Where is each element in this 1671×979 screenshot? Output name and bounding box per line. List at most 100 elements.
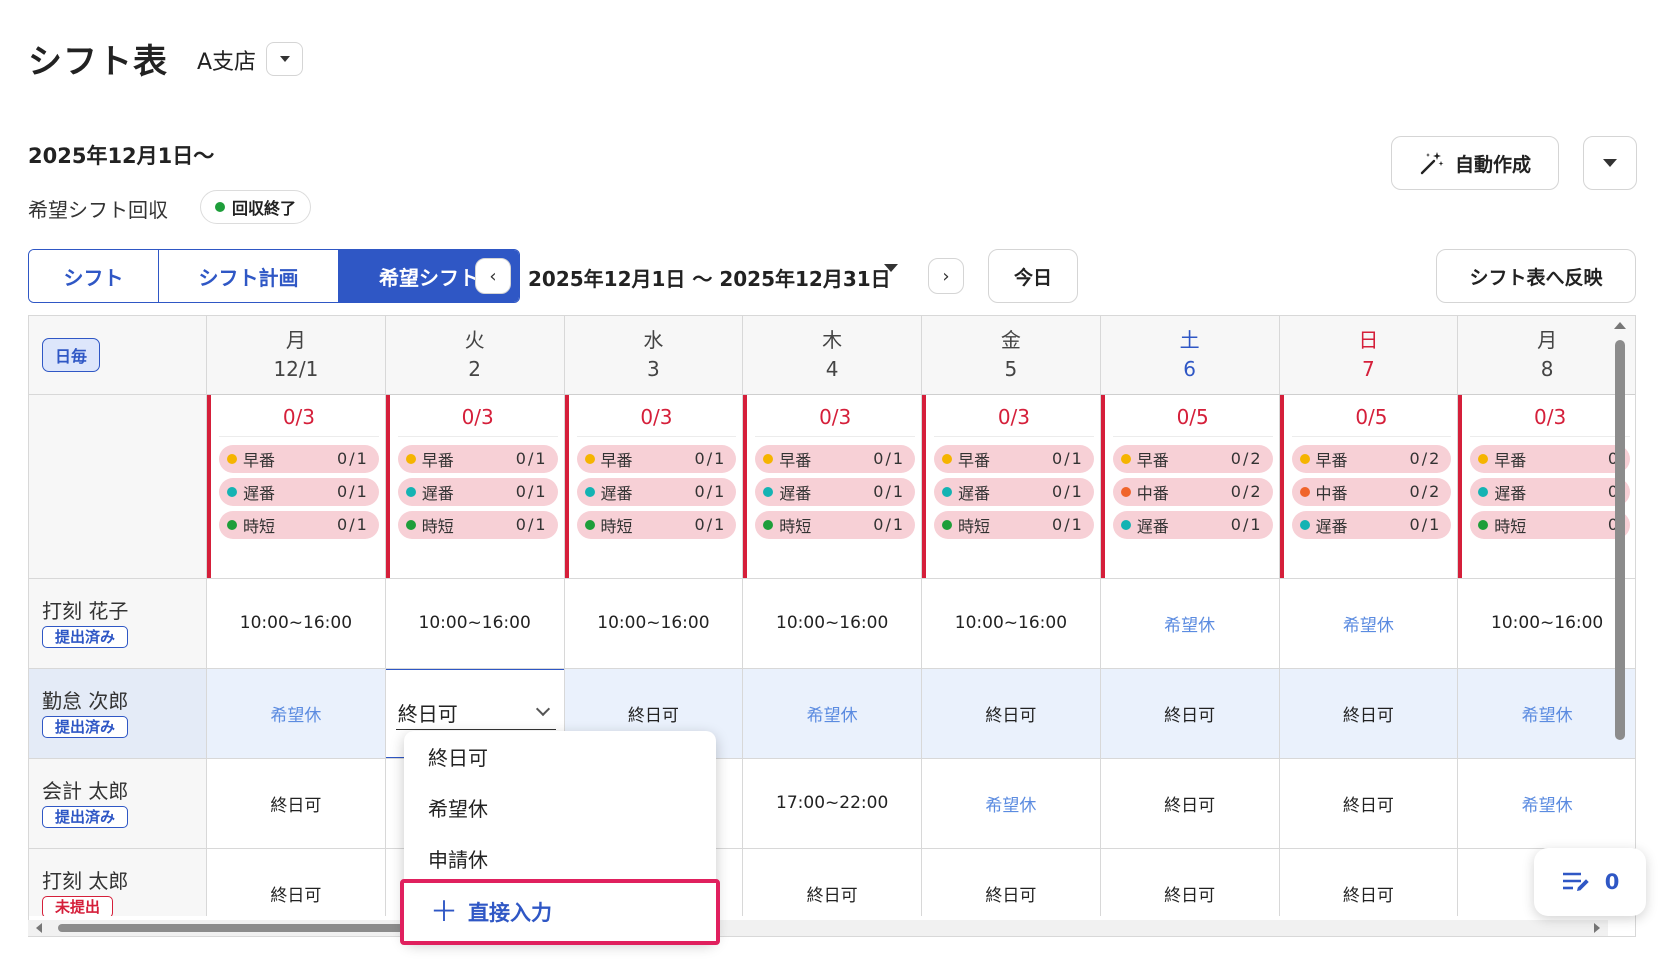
shift-requirement-pill: 遅番 0/1: [219, 477, 379, 506]
shift-count: 0/1: [1052, 515, 1084, 534]
summary-total: 0/3: [934, 403, 1094, 437]
preference-cell[interactable]: 希望休: [1279, 578, 1459, 669]
shift-name: 遅番: [1494, 483, 1527, 503]
preference-cell[interactable]: 終日可: [921, 668, 1101, 759]
preference-cell[interactable]: 希望休: [206, 668, 386, 759]
horizontal-scroll-thumb[interactable]: [58, 924, 438, 932]
preference-cell[interactable]: 希望休: [742, 668, 923, 759]
caret-down-icon: [884, 264, 898, 291]
summary-total: 0/3: [219, 403, 379, 437]
horizontal-scrollbar[interactable]: [28, 920, 1608, 936]
option-all-day[interactable]: 終日可: [404, 733, 716, 784]
shift-requirement-pill: 時短 0/1: [755, 510, 916, 539]
shift-name: 早番: [958, 450, 991, 470]
shift-count: 0/1: [694, 515, 727, 534]
preference-cell[interactable]: 希望休: [921, 758, 1101, 849]
preference-cell[interactable]: 希望休: [1457, 758, 1635, 849]
shift-dot-icon: [1478, 519, 1489, 530]
preference-value: 10:00~16:00: [597, 613, 710, 633]
preference-cell[interactable]: 希望休: [1100, 578, 1280, 669]
shift-dot-icon: [227, 453, 238, 464]
preference-cell[interactable]: 10:00~16:00: [742, 578, 923, 669]
day-of-week: 日: [1358, 327, 1379, 352]
view-tabs: シフト シフト計画 希望シフト: [28, 249, 520, 303]
shift-count: 0/1: [873, 449, 906, 468]
branch-dropdown-button[interactable]: [266, 42, 303, 76]
preference-cell[interactable]: 終日可: [1100, 758, 1280, 849]
preference-cell[interactable]: 終日可: [921, 848, 1101, 916]
employee-name: 会計 太郎: [42, 779, 129, 803]
shift-count: 0/1: [337, 482, 369, 501]
shift-dot-icon: [763, 519, 774, 530]
preference-value: 10:00~16:00: [239, 613, 353, 633]
employee-name: 打刻 太郎: [42, 869, 129, 893]
daily-mode-badge[interactable]: 日毎: [42, 337, 101, 372]
date-range[interactable]: 2025年12月1日 〜 2025年12月31日: [528, 263, 891, 292]
preference-cell[interactable]: 終日可: [1100, 848, 1280, 916]
preference-value: 希望休: [1521, 795, 1573, 816]
day-number: 2: [468, 356, 482, 381]
preference-cell[interactable]: 17:00~22:00: [742, 758, 923, 849]
collect-status-badge: 回収終了: [200, 190, 312, 224]
preference-cell[interactable]: 終日可: [742, 848, 923, 916]
preference-value: 10:00~16:00: [1491, 613, 1604, 633]
day-of-week: 月: [285, 327, 306, 352]
chevron-left-icon: ‹: [489, 265, 497, 287]
scroll-right-icon[interactable]: [1594, 923, 1600, 933]
preference-cell[interactable]: 終日可: [1100, 668, 1280, 759]
preference-cell[interactable]: 10:00~16:00: [1457, 578, 1635, 669]
auto-create-button[interactable]: 自動作成: [1391, 136, 1559, 190]
preference-cell[interactable]: 終日可: [206, 848, 386, 916]
requirement-summary-row: 0/3 早番 0/1 遅番 0/1 時短 0/1 0/3 早番 0/1 遅番 0/1 時短 0/1 0/3 早…: [29, 394, 1635, 579]
preference-cell[interactable]: 10:00~16:00: [206, 578, 386, 669]
shift-name: 遅番: [600, 483, 633, 503]
shift-count: 0/2: [1409, 482, 1442, 501]
preference-value: 10:00~16:00: [776, 613, 889, 633]
reflect-to-shift-button[interactable]: シフト表へ反映: [1436, 249, 1636, 303]
preference-value: 17:00~22:00: [776, 793, 889, 813]
employee-row: 打刻 太郎 未提出 終日可 終日可 終日可 終日可 終日可: [29, 848, 1635, 916]
preference-cell[interactable]: 10:00~16:00: [385, 578, 565, 669]
next-range-button[interactable]: ›: [928, 258, 964, 294]
prev-range-button[interactable]: ‹: [475, 258, 511, 294]
date-range-dropdown[interactable]: [884, 264, 898, 291]
vertical-scrollbar[interactable]: [1611, 320, 1627, 760]
preference-cell[interactable]: 終日可: [206, 758, 386, 849]
today-button[interactable]: 今日: [988, 249, 1078, 303]
summary-total: 0/5: [1112, 403, 1273, 437]
tab-shift-plan[interactable]: シフト計画: [159, 250, 339, 302]
summary-cell: 0/3 早番 0/1 遅番 0/1 時短 0/1: [921, 394, 1101, 579]
auto-create-dropdown-button[interactable]: [1583, 136, 1637, 190]
day-number: 5: [1004, 356, 1018, 381]
scroll-up-icon[interactable]: [1614, 322, 1626, 329]
shift-requirement-pill: 中番 0/2: [1112, 477, 1273, 506]
shift-name: 早番: [600, 450, 633, 470]
shift-name: 遅番: [421, 483, 454, 503]
magic-wand-icon: [1420, 152, 1444, 175]
preference-cell[interactable]: 10:00~16:00: [921, 578, 1101, 669]
preference-value: 希望休: [270, 705, 322, 726]
scroll-left-icon[interactable]: [36, 923, 42, 933]
shift-name: 遅番: [1136, 516, 1169, 536]
preference-cell[interactable]: 希望休: [1457, 668, 1635, 759]
tab-shift[interactable]: シフト: [29, 250, 159, 302]
vertical-scroll-thumb[interactable]: [1615, 340, 1625, 740]
preference-cell[interactable]: 終日可: [1279, 758, 1459, 849]
shift-requirement-pill: 時短 0/1: [397, 510, 558, 539]
employee-row: 会計 太郎 提出済み 終日可 17:00~22:00 希望休 終日可 終日可 希望休: [29, 758, 1635, 849]
preference-value: 希望休: [1164, 615, 1216, 636]
shift-dot-icon: [405, 519, 416, 530]
day-header: 水3: [564, 316, 744, 395]
edit-list-fab[interactable]: 0: [1534, 848, 1646, 916]
shift-name: 時短: [958, 516, 991, 536]
day-header: 金5: [921, 316, 1101, 395]
preference-cell[interactable]: 終日可: [1279, 848, 1459, 916]
day-number: 6: [1183, 356, 1197, 381]
preference-value: 終日可: [1164, 705, 1216, 726]
direct-input-button[interactable]: ＋ 直接入力: [400, 879, 720, 945]
preference-cell[interactable]: 10:00~16:00: [564, 578, 744, 669]
preference-cell[interactable]: 終日可: [1279, 668, 1459, 759]
preference-select[interactable]: 終日可: [395, 696, 556, 730]
option-preferred-off[interactable]: 希望休: [404, 784, 716, 835]
shift-requirement-pill: 早番 0/1: [934, 444, 1094, 473]
